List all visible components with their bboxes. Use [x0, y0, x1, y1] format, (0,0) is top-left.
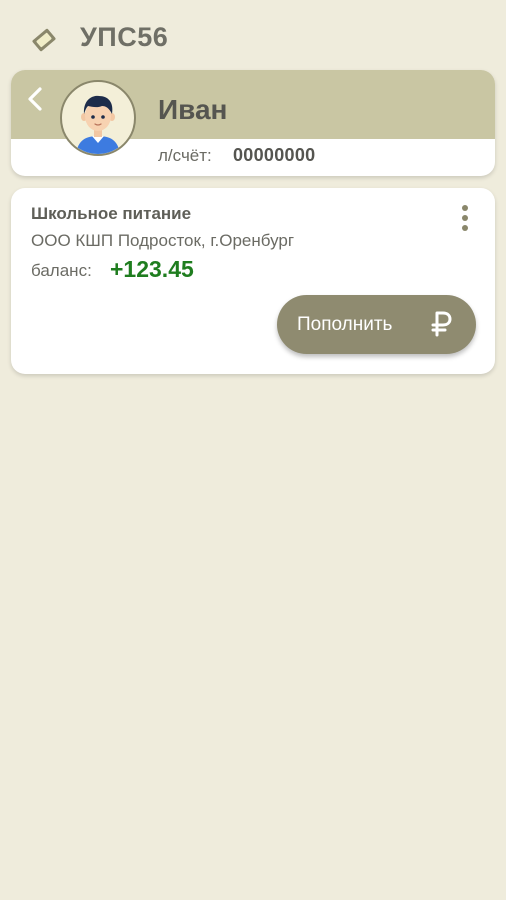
profile-name: Иван	[158, 94, 228, 125]
topup-button[interactable]: Пополнить	[277, 295, 476, 354]
balance-value: +123.45	[110, 256, 194, 282]
service-provider: ООО КШП Подросток, г.Оренбург	[31, 231, 295, 250]
avatar	[60, 80, 136, 156]
ruble-icon	[431, 311, 452, 337]
more-vertical-icon[interactable]	[457, 202, 473, 236]
user-avatar	[76, 95, 120, 154]
card-icon	[32, 28, 56, 52]
service-title: Школьное питание	[31, 204, 192, 223]
balance-label: баланс:	[31, 261, 92, 280]
app-bar: УПС56	[0, 0, 506, 76]
profile-card: Иван л/счёт: 00000000	[11, 70, 495, 176]
service-card: Школьное питание ООО КШП Подросток, г.Ор…	[11, 188, 495, 374]
app-title: УПС56	[80, 22, 169, 52]
account-label: л/счёт:	[158, 146, 212, 165]
account-number: 00000000	[233, 145, 316, 165]
topup-label: Пополнить	[297, 314, 393, 335]
chevron-left-icon[interactable]	[21, 84, 51, 114]
